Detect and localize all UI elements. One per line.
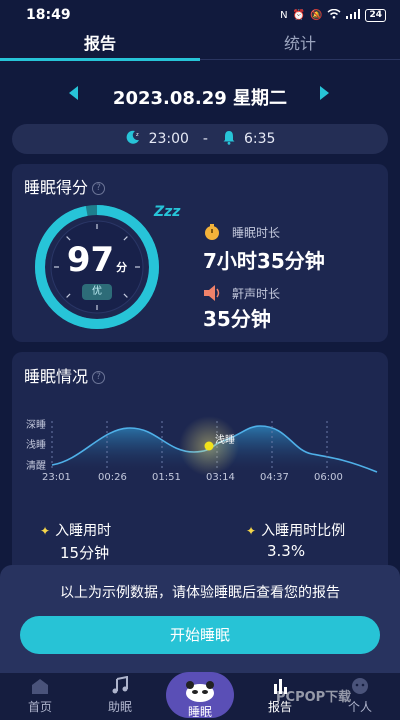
stat-label: 入睡用时 xyxy=(55,523,112,539)
status-time: 18:49 xyxy=(26,7,71,23)
tab-stats[interactable]: 统计 xyxy=(200,32,400,62)
next-date-arrow-icon[interactable] xyxy=(318,83,332,103)
help-icon[interactable]: ? xyxy=(92,371,106,384)
score-value: 97 xyxy=(66,240,115,280)
alarm-value: 6:35 xyxy=(243,131,276,147)
snore-label: 鼾声时长 xyxy=(232,287,281,301)
profile-icon xyxy=(352,678,368,694)
bell-icon xyxy=(222,130,236,149)
panda-icon xyxy=(186,681,214,702)
sleep-card-header: 睡眠情况? xyxy=(24,363,106,387)
score-grade-badge: 优 xyxy=(82,284,112,300)
clock-icon xyxy=(203,223,221,245)
nav-item-sleep-aid[interactable]: 助眠 xyxy=(80,676,160,715)
snore-value: 35分钟 xyxy=(203,307,271,331)
nav-label: 首页 xyxy=(27,700,52,714)
stage-label-deep: 深睡 xyxy=(26,418,46,431)
mute-icon: 🔕 xyxy=(310,10,323,21)
start-sleep-button[interactable]: 开始睡眠 xyxy=(20,616,380,654)
status-icons: N ⏰ 🔕 24 xyxy=(280,8,386,22)
time-label: 01:51 xyxy=(152,472,181,483)
watermark: PCPOP下载 xyxy=(276,690,352,705)
fall-asleep-ratio-stat: ✦ 入睡用时比例 xyxy=(246,520,345,540)
stage-label-awake: 清醒 xyxy=(26,459,46,472)
duration-value: 7小时35分钟 xyxy=(203,249,325,273)
sleep-time-range: z 23:00 - 6:35 xyxy=(12,124,388,154)
tab-divider xyxy=(200,59,400,60)
stage-label-light: 浅睡 xyxy=(26,438,46,451)
score-card-header: 睡眠得分? xyxy=(24,174,106,198)
time-label: 03:14 xyxy=(206,472,235,483)
alarm-icon: ⏰ xyxy=(292,10,306,21)
time-label: 04:37 xyxy=(260,472,289,483)
score-unit: 分 xyxy=(116,261,128,274)
moon-icon: z xyxy=(125,129,141,149)
time-label: 00:26 xyxy=(98,472,127,483)
bedtime-value: 23:00 xyxy=(148,131,189,147)
time-separator: - xyxy=(202,131,208,147)
score-text: 97 分 xyxy=(62,240,132,280)
battery-icon: 24 xyxy=(365,9,386,22)
music-note-icon xyxy=(112,676,128,694)
wifi-icon xyxy=(327,8,341,22)
marker-label: 浅睡 xyxy=(215,433,235,446)
stage-marker xyxy=(204,441,214,451)
time-label: 23:01 xyxy=(42,472,71,483)
score-card-title: 睡眠得分 xyxy=(24,178,89,197)
sample-data-message: 以上为示例数据，请体验睡眠后查看您的报告 xyxy=(60,585,340,601)
nav-item-home[interactable]: 首页 xyxy=(0,676,80,715)
sleep-stage-chart: 浅睡 深睡 浅睡 清醒 23:01 00:26 01:51 03:14 04:3… xyxy=(26,416,378,483)
stat-label: 入睡用时比例 xyxy=(261,523,346,539)
svg-text:z: z xyxy=(136,132,139,138)
tab-active-indicator xyxy=(0,58,200,61)
help-icon[interactable]: ? xyxy=(92,182,106,195)
stat-value: 15分钟 xyxy=(60,544,110,562)
time-label: 06:00 xyxy=(314,472,343,483)
signal-icon xyxy=(346,9,361,22)
nfc-icon: N xyxy=(280,10,288,21)
sparkle-icon: ✦ xyxy=(246,524,257,538)
nav-label: 个人 xyxy=(347,700,372,714)
current-date: 2023.08.29 星期二 xyxy=(112,88,288,109)
stat-value: 3.3% xyxy=(267,542,306,560)
home-icon xyxy=(32,679,48,694)
fall-asleep-time-stat: ✦ 入睡用时 xyxy=(40,520,111,540)
nav-label: 睡眠 xyxy=(187,705,212,719)
sleep-card-title: 睡眠情况 xyxy=(24,367,89,386)
duration-label: 睡眠时长 xyxy=(232,226,281,240)
zzz-icon: Zzz xyxy=(154,204,181,220)
nav-label: 助眠 xyxy=(107,700,132,714)
sparkle-icon: ✦ xyxy=(40,524,51,538)
